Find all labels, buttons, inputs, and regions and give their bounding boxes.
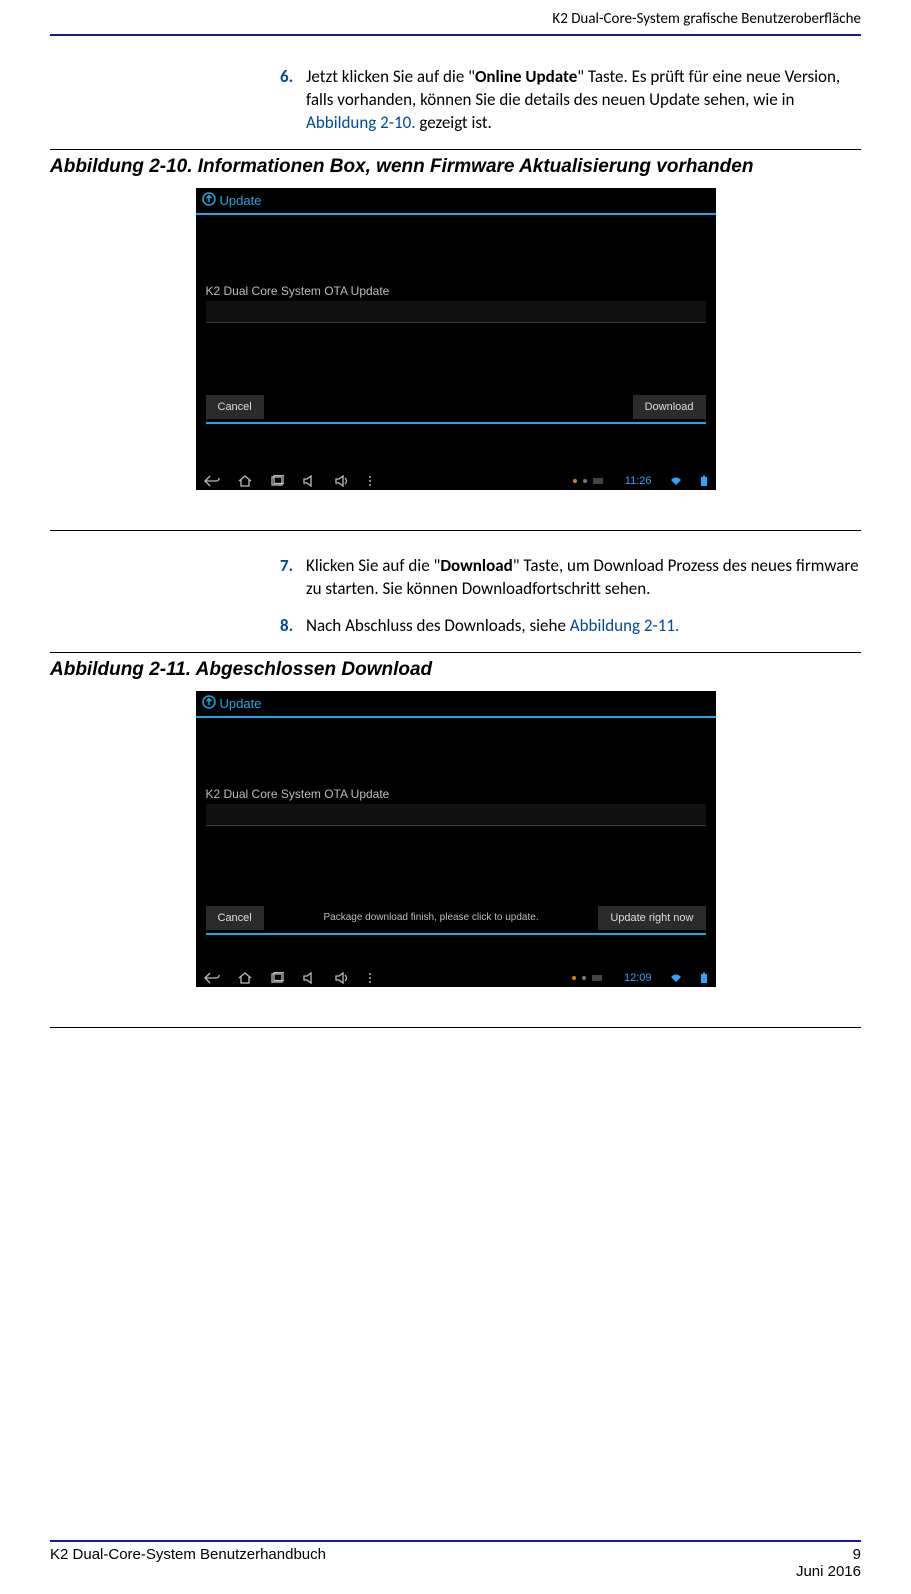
android-navbar: 12:09 [196, 969, 716, 987]
screenshot-download-finished: Update K2 Dual Core System OTA Update Ca… [196, 691, 716, 987]
button-row: Cancel Download [206, 395, 706, 419]
download-button[interactable]: Download [633, 395, 706, 419]
step-text: Klicken Sie auf die "Download" Taste, um… [306, 555, 861, 601]
status-icons [571, 476, 607, 486]
screenshot-body: K2 Dual Core System OTA Update Cancel Pa… [196, 718, 716, 969]
step-text-tail: gezeigt ist. [416, 112, 492, 133]
update-now-button[interactable]: Update right now [598, 906, 705, 930]
step-text: Jetzt klicken Sie auf die "Online Update… [306, 66, 861, 135]
update-icon [202, 192, 220, 209]
menu-dots-icon[interactable] [368, 475, 372, 487]
step-text-pre: Klicken Sie auf die " [306, 555, 440, 576]
step-number: 8. [280, 615, 306, 638]
cancel-button[interactable]: Cancel [206, 395, 264, 419]
footer-doc-title: K2 Dual-Core-System Benutzerhandbuch [50, 1546, 326, 1580]
step-number: 7. [280, 555, 306, 601]
step-list-a: 6. Jetzt klicken Sie auf die "Online Upd… [280, 66, 861, 135]
step-list-b: 7. Klicken Sie auf die "Download" Taste,… [280, 555, 861, 638]
screenshot-body: K2 Dual Core System OTA Update Cancel Do… [196, 215, 716, 472]
vol-up-icon[interactable] [334, 475, 350, 487]
page-number: 9 [853, 1546, 861, 1563]
step-text: Nach Abschluss des Downloads, siehe Abbi… [306, 615, 861, 638]
back-icon[interactable] [204, 475, 220, 487]
menu-dots-icon[interactable] [368, 972, 372, 984]
recent-icon[interactable] [270, 972, 284, 984]
cancel-button[interactable]: Cancel [206, 906, 264, 930]
vol-down-icon[interactable] [302, 475, 316, 487]
step-item: 7. Klicken Sie auf die "Download" Taste,… [280, 555, 861, 601]
figure-caption: Abbildung 2-11. Abgeschlossen Download [50, 653, 861, 691]
figure-caption: Abbildung 2-10. Informationen Box, wenn … [50, 150, 861, 188]
figure-rule-bottom [50, 530, 861, 531]
step-item: 8. Nach Abschluss des Downloads, siehe A… [280, 615, 861, 638]
screenshot-update-available: Update K2 Dual Core System OTA Update Ca… [196, 188, 716, 490]
header-rule [50, 34, 861, 36]
status-icons [570, 973, 606, 983]
page-footer: K2 Dual-Core-System Benutzerhandbuch 9 J… [50, 1540, 861, 1580]
ota-update-label: K2 Dual Core System OTA Update [206, 281, 706, 301]
cross-reference[interactable]: Abbildung 2-10. [306, 112, 416, 133]
step-text-bold: Download [440, 555, 512, 576]
update-icon [202, 695, 220, 712]
download-status-text: Package download finish, please click to… [268, 912, 595, 923]
battery-icon [700, 475, 708, 487]
cross-reference[interactable]: Abbildung 2-11. [570, 615, 680, 636]
ota-info-field [206, 804, 706, 826]
vol-down-icon[interactable] [302, 972, 316, 984]
recent-icon[interactable] [270, 475, 284, 487]
step-text-pre: Nach Abschluss des Downloads, siehe [306, 615, 570, 636]
footer-rule [50, 1540, 861, 1542]
battery-icon [700, 972, 708, 984]
step-text-bold: Online Update [475, 66, 577, 87]
home-icon[interactable] [238, 972, 252, 984]
clock-time: 11:26 [625, 475, 652, 487]
ota-update-label: K2 Dual Core System OTA Update [206, 784, 706, 804]
step-number: 6. [280, 66, 306, 135]
clock-time: 12:09 [624, 972, 652, 984]
screenshot-titlebar: Update [196, 691, 716, 718]
android-navbar: 11:26 [196, 472, 716, 490]
step-text-pre: Jetzt klicken Sie auf die " [306, 66, 475, 87]
home-icon[interactable] [238, 475, 252, 487]
running-header: K2 Dual-Core-System grafische Benutzerob… [50, 0, 861, 34]
wifi-icon [670, 973, 682, 983]
ota-info-field [206, 301, 706, 323]
screenshot-title: Update [220, 696, 262, 711]
vol-up-icon[interactable] [334, 972, 350, 984]
step-item: 6. Jetzt klicken Sie auf die "Online Upd… [280, 66, 861, 135]
wifi-icon [670, 476, 682, 486]
screenshot-title: Update [220, 193, 262, 208]
button-row: Cancel Package download finish, please c… [206, 906, 706, 930]
footer-date: Juni 2016 [796, 1563, 861, 1580]
back-icon[interactable] [204, 972, 220, 984]
screenshot-titlebar: Update [196, 188, 716, 215]
figure-rule-bottom [50, 1027, 861, 1028]
